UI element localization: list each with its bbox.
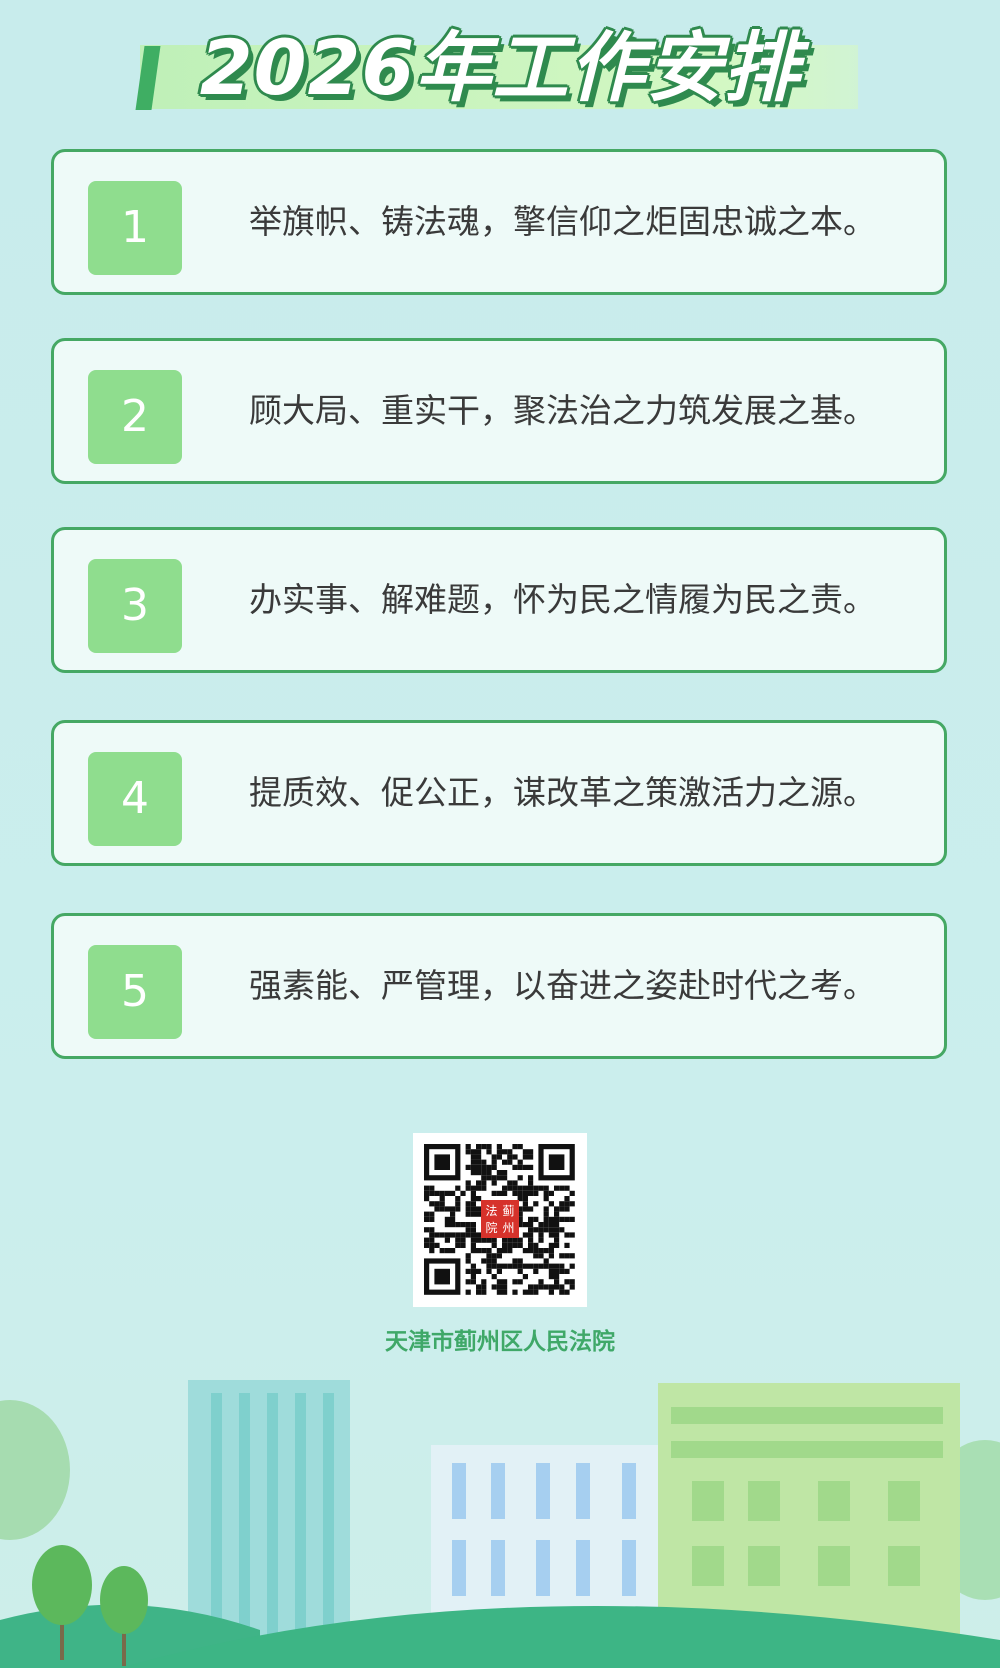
building-stripe (267, 1393, 278, 1668)
tree (32, 1545, 92, 1625)
poster: 2026年工作安排 1 举旗帜、铸法魂，擎信仰之炬固忠诚之本。 2 顾大局、重实… (0, 0, 1000, 1668)
building-stripe (295, 1393, 306, 1668)
building-band (671, 1407, 943, 1424)
city-scenery-illustration (0, 1380, 1000, 1668)
bush-left (0, 1400, 70, 1540)
building-band (671, 1441, 943, 1458)
tree (100, 1566, 148, 1634)
